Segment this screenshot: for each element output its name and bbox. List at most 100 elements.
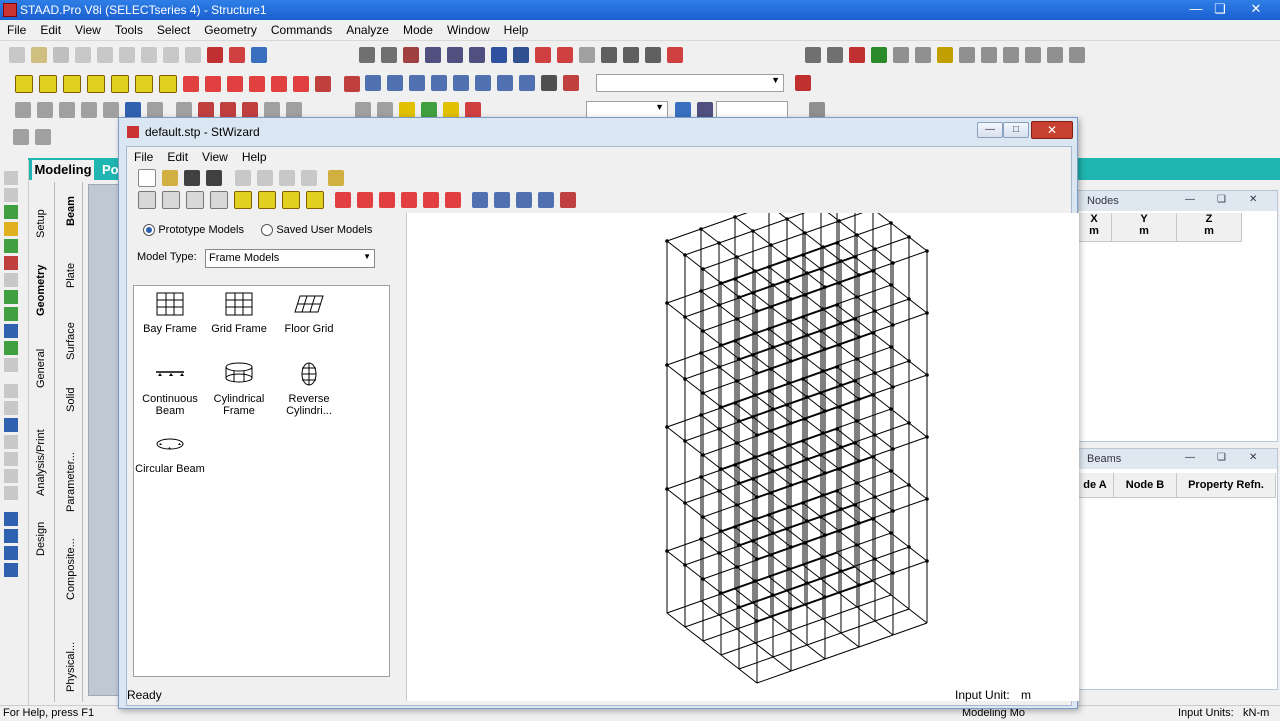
snap-grid-icon[interactable] bbox=[125, 102, 141, 118]
design-icon[interactable] bbox=[491, 47, 507, 63]
load-case-dropdown[interactable]: ▼ bbox=[596, 74, 784, 92]
results-icon[interactable] bbox=[355, 102, 371, 118]
vtab-surface[interactable]: Surface bbox=[65, 316, 77, 360]
property-tool-icon[interactable] bbox=[4, 529, 18, 543]
menu-commands[interactable]: Commands bbox=[264, 20, 339, 37]
radio-saved-user-models[interactable]: Saved User Models bbox=[261, 222, 372, 236]
geometry-cursor-icon[interactable] bbox=[286, 102, 302, 118]
surface-cursor-icon[interactable] bbox=[242, 102, 258, 118]
beams-col-node-a[interactable]: de A bbox=[1077, 473, 1114, 498]
front-view-icon[interactable] bbox=[39, 75, 57, 93]
side-view-icon[interactable] bbox=[282, 191, 300, 209]
node-dim-icon[interactable] bbox=[535, 47, 551, 63]
zoom-in-icon[interactable] bbox=[472, 192, 488, 208]
dialog-menu-help[interactable]: Help bbox=[235, 147, 274, 164]
tab-modeling[interactable]: Modeling bbox=[32, 160, 94, 180]
mode-icon[interactable] bbox=[251, 47, 267, 63]
plate-pointer-icon[interactable] bbox=[4, 222, 18, 236]
dimension-icon[interactable] bbox=[579, 47, 595, 63]
model-circular-beam[interactable]: Circular Beam bbox=[134, 432, 206, 475]
help-query-icon[interactable] bbox=[645, 47, 661, 63]
isometric-icon[interactable] bbox=[15, 75, 33, 93]
translational-repeat-icon[interactable] bbox=[147, 102, 163, 118]
report-setup-icon[interactable] bbox=[469, 47, 485, 63]
select-beams-icon[interactable] bbox=[37, 102, 53, 118]
nodes-col-y[interactable]: Ym bbox=[1112, 213, 1177, 242]
zoom-all-icon[interactable] bbox=[453, 75, 469, 91]
dialog-maximize-button[interactable]: □ bbox=[1003, 122, 1029, 138]
copy-icon[interactable] bbox=[257, 170, 273, 186]
vtab-plate[interactable]: Plate bbox=[65, 258, 77, 288]
split-icon[interactable] bbox=[4, 324, 18, 338]
right-view-icon[interactable] bbox=[111, 75, 129, 93]
select-all-icon[interactable] bbox=[103, 102, 119, 118]
report-icon[interactable] bbox=[403, 47, 419, 63]
beam-dim-icon[interactable] bbox=[557, 47, 573, 63]
node-pointer-icon[interactable] bbox=[4, 205, 18, 219]
model-type-dropdown[interactable]: Frame Models ▼ bbox=[205, 249, 375, 268]
zoom-in-icon[interactable] bbox=[387, 75, 403, 91]
move-icon[interactable] bbox=[4, 358, 18, 372]
spin-left-icon[interactable] bbox=[423, 192, 439, 208]
save-icon[interactable] bbox=[184, 170, 200, 186]
panel-restore-icon[interactable]: ❏ bbox=[1217, 194, 1226, 205]
model-bay-frame[interactable]: Bay Frame bbox=[134, 292, 206, 335]
support-icon[interactable] bbox=[827, 47, 843, 63]
zoom-previous-icon[interactable] bbox=[475, 75, 491, 91]
menu-help[interactable]: Help bbox=[497, 20, 536, 37]
rotate-down-icon[interactable] bbox=[205, 76, 221, 92]
picture-icon[interactable] bbox=[425, 47, 441, 63]
dialog-menu-view[interactable]: View bbox=[195, 147, 235, 164]
help-icon[interactable] bbox=[795, 75, 811, 91]
back-view-icon[interactable] bbox=[63, 75, 81, 93]
rotate-icon[interactable] bbox=[4, 384, 18, 398]
menu-geometry[interactable]: Geometry bbox=[197, 20, 264, 37]
deflection-icon[interactable] bbox=[377, 102, 393, 118]
model-reverse-cylindrical[interactable]: Reverse Cylindri... bbox=[273, 362, 345, 417]
rotate-left-icon[interactable] bbox=[379, 192, 395, 208]
select-plates-icon[interactable] bbox=[59, 102, 75, 118]
menu-view[interactable]: View bbox=[68, 20, 108, 37]
vtab-beam[interactable]: Beam bbox=[65, 196, 77, 226]
select-nodes-icon[interactable] bbox=[15, 102, 31, 118]
stress-icon[interactable] bbox=[443, 102, 459, 118]
model-floor-grid[interactable]: Floor Grid bbox=[273, 292, 345, 335]
load-tool-icon[interactable] bbox=[4, 435, 18, 449]
snap-icon[interactable] bbox=[4, 290, 18, 304]
new-file-icon[interactable] bbox=[9, 47, 25, 63]
display-icon[interactable] bbox=[601, 47, 617, 63]
beams-col-node-b[interactable]: Node B bbox=[1114, 473, 1177, 498]
export-icon[interactable] bbox=[447, 47, 463, 63]
vtab-physical[interactable]: Physical... bbox=[65, 632, 77, 692]
spec-icon[interactable] bbox=[959, 47, 975, 63]
beam-pointer-icon[interactable] bbox=[4, 188, 18, 202]
structure-icon[interactable] bbox=[513, 47, 529, 63]
nodes-col-z[interactable]: Zm bbox=[1177, 213, 1242, 242]
member-icon[interactable] bbox=[849, 47, 865, 63]
print-icon[interactable] bbox=[301, 170, 317, 186]
analysis-tool-icon[interactable] bbox=[4, 452, 18, 466]
beam-cursor-icon[interactable] bbox=[198, 102, 214, 118]
table-icon[interactable] bbox=[1025, 47, 1041, 63]
property-icon[interactable] bbox=[937, 47, 953, 63]
redo-icon[interactable] bbox=[185, 47, 201, 63]
menu-window[interactable]: Window bbox=[440, 20, 497, 37]
add-plate-icon[interactable] bbox=[4, 273, 18, 287]
paste-icon[interactable] bbox=[119, 47, 135, 63]
add-beam-icon[interactable] bbox=[4, 256, 18, 270]
beam-icon[interactable] bbox=[893, 47, 909, 63]
design-tool-icon[interactable] bbox=[4, 469, 18, 483]
zoom-all-icon[interactable] bbox=[538, 192, 554, 208]
close-button[interactable]: ✕ bbox=[1242, 0, 1270, 18]
rotate-up-icon[interactable] bbox=[183, 76, 199, 92]
save-icon[interactable] bbox=[53, 47, 69, 63]
rotate-down-icon[interactable] bbox=[357, 192, 373, 208]
menu-file[interactable]: File bbox=[0, 20, 33, 37]
display-whole-icon[interactable] bbox=[519, 75, 535, 91]
rotate-left-icon[interactable] bbox=[227, 76, 243, 92]
frame-icon[interactable] bbox=[344, 76, 360, 92]
plate-cursor-icon[interactable] bbox=[220, 102, 236, 118]
spec-tool-icon[interactable] bbox=[4, 546, 18, 560]
vtab-design[interactable]: Design bbox=[35, 512, 47, 556]
rotate-right-icon[interactable] bbox=[401, 192, 417, 208]
